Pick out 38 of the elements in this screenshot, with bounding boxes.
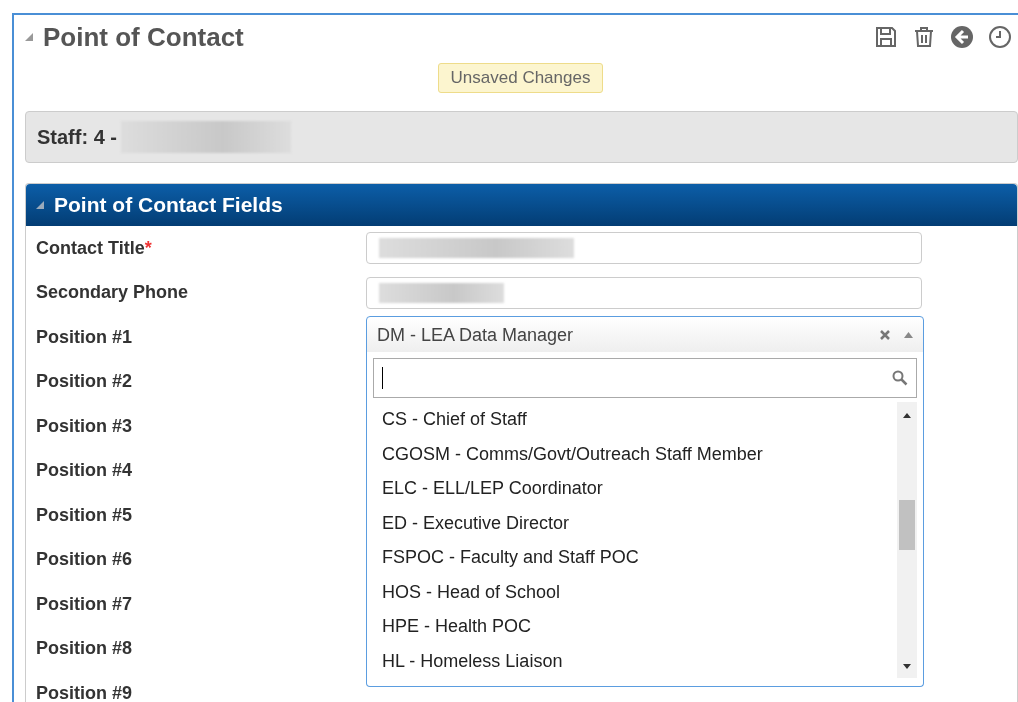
trash-icon[interactable]	[912, 25, 936, 49]
field-label: Position #6	[36, 549, 134, 571]
save-icon[interactable]	[874, 25, 898, 49]
field-label: Position #2	[36, 371, 134, 393]
field-label: Position #1	[36, 326, 134, 348]
search-field[interactable]	[373, 358, 917, 398]
field-label: Contact Title*	[36, 237, 153, 259]
dropdown-option[interactable]: HOS - Head of School	[373, 574, 897, 609]
clock-icon[interactable]	[988, 25, 1012, 49]
field-label: Position #7	[36, 593, 134, 615]
dropdown-option[interactable]: CS - Chief of Staff	[373, 402, 897, 437]
collapse-triangle-icon[interactable]	[25, 33, 33, 41]
section-header[interactable]: Point of Contact Fields	[26, 184, 1017, 226]
dropdown-option[interactable]: FSPOC - Faculty and Staff POC	[373, 540, 897, 575]
input-field[interactable]	[366, 232, 922, 265]
dropdown-option[interactable]: CGOSM - Comms/Govt/Outreach Staff Member	[373, 436, 897, 471]
required-asterisk: *	[144, 237, 152, 258]
scrollbar-drawing[interactable]	[897, 402, 917, 678]
field-label: Secondary Phone	[36, 282, 190, 304]
field-label: Position #8	[36, 638, 134, 660]
page-title: Point of Contact	[43, 21, 244, 53]
field-label: Position #4	[36, 460, 134, 482]
dropdown-option[interactable]: ED - Executive Director	[373, 505, 897, 540]
search-icon	[892, 370, 908, 386]
caret-icon[interactable]	[904, 332, 913, 339]
staff-label: Staff: 4 -	[37, 125, 117, 149]
collapse-triangle-icon[interactable]	[36, 201, 44, 209]
input-field[interactable]	[366, 276, 922, 309]
field-label: Position #9	[36, 682, 134, 702]
dropdown-option[interactable]: HL - Homeless Liaison	[373, 643, 897, 678]
select-field[interactable]: DM - LEA Data Manager	[366, 316, 924, 355]
clear-icon[interactable]	[880, 330, 890, 341]
field-label: Position #5	[36, 504, 134, 526]
dropdown-option[interactable]: ELC - ELL/LEP Coordinator	[373, 471, 897, 506]
field-label: Position #3	[36, 415, 134, 437]
unsaved-changes-badge: Unsaved Changes	[437, 63, 604, 93]
section-title: Point of Contact Fields	[54, 193, 283, 217]
dropdown-option[interactable]: HPE - Health POC	[373, 609, 897, 644]
